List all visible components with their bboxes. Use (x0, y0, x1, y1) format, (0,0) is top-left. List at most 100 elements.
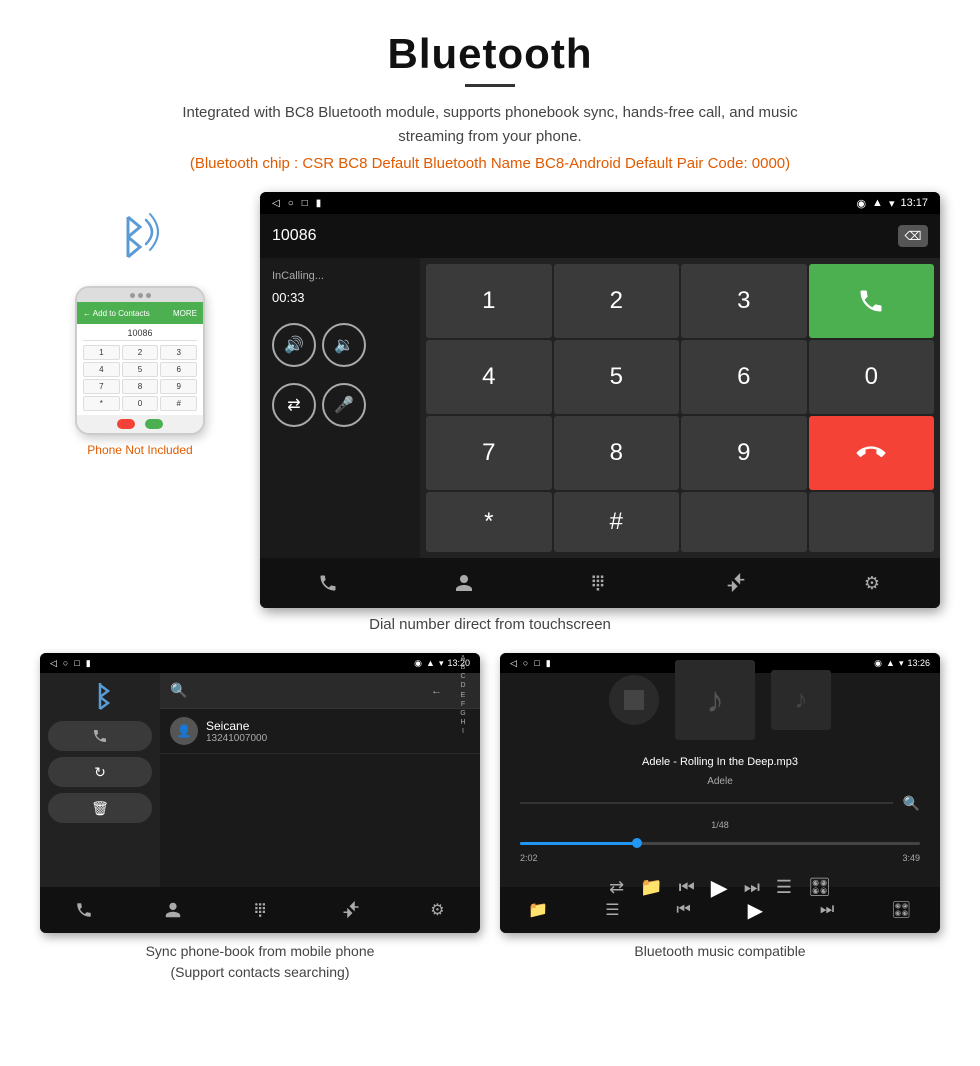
pb-search-icon: 🔍 (170, 682, 187, 699)
music-play-btn[interactable]: ▶ (711, 875, 728, 901)
highlight-text: (Bluetooth chip : CSR BC8 Default Blueto… (40, 155, 940, 172)
pb-contact-number: 13241007000 (206, 733, 470, 744)
nav-keypad-icon[interactable] (580, 563, 620, 603)
pb-signal-icon: ▲ (426, 658, 435, 669)
music-time-current: 2:02 (520, 853, 538, 863)
transfer-button[interactable]: ⇄ (272, 383, 316, 427)
key-9[interactable]: 9 (681, 416, 807, 490)
pb-call-btn[interactable] (48, 721, 152, 751)
signal-icon: ▲ (872, 197, 883, 209)
volume-down-button[interactable]: 🔉 (322, 323, 366, 367)
phone-container: ← Add to Contacts MORE 10086 1 2 3 4 5 6… (40, 192, 240, 457)
pb-content: ↻ 🗑 🔍 ← * A B C (40, 673, 480, 887)
key-call-red[interactable] (809, 416, 935, 490)
pb-status-bar: ◁ ○ □ ▮ ◉ ▲ ▾ 13:20 (40, 653, 480, 673)
key-5[interactable]: 5 (554, 340, 680, 414)
phone-dot-3 (146, 293, 151, 298)
phone-green-label: ← Add to Contacts (83, 309, 150, 318)
music-note-icon: ♪ (706, 679, 724, 721)
pb-bottom-nav: ⚙ (40, 887, 480, 933)
music-folder-btn[interactable]: 📁 (640, 877, 662, 898)
mute-button[interactable]: 🎤 (322, 383, 366, 427)
music-controls: ⇄ 📁 ⏮ ▶ ⏭ ☰ 🎛 (609, 875, 831, 901)
music-nav-list[interactable]: ☰ (605, 900, 619, 920)
phone-key-7: 7 (83, 379, 120, 394)
key-star[interactable]: * (426, 492, 552, 552)
notification-icon: ▮ (316, 198, 322, 209)
nav-transfer-icon[interactable] (716, 563, 756, 603)
music-content: ♪ ♪ Adele - Rolling In the Deep.mp3 Adel… (500, 673, 940, 887)
music-nav-prev[interactable]: ⏮ (676, 901, 690, 919)
location-icon: ◉ (856, 197, 866, 210)
music-prev-btn[interactable]: ⏮ (679, 877, 695, 898)
phone-call-btn (145, 419, 163, 429)
clock: 13:17 (900, 197, 928, 209)
nav-settings-icon[interactable]: ⚙ (852, 563, 892, 603)
volume-up-button[interactable]: 🔊 (272, 323, 316, 367)
phone-mockup: ← Add to Contacts MORE 10086 1 2 3 4 5 6… (75, 286, 205, 435)
key-8[interactable]: 8 (554, 416, 680, 490)
music-shuffle-btn[interactable]: ⇄ (609, 877, 624, 898)
phone-key-0: 0 (122, 396, 159, 411)
music-nav-next[interactable]: ⏭ (820, 901, 834, 919)
pb-nav-settings[interactable]: ⚙ (430, 900, 444, 920)
pb-nav-transfer[interactable] (342, 901, 360, 919)
music-search-row: 🔍 (510, 795, 930, 812)
pb-nav-calls[interactable] (75, 901, 93, 919)
dialer-input-bar: 10086 ⌫ (260, 214, 940, 258)
key-1[interactable]: 1 (426, 264, 552, 338)
pb-wifi-icon: ▾ (439, 658, 444, 669)
phone-key-5: 5 (122, 362, 159, 377)
music-progress-dot (632, 838, 642, 848)
pb-contact-item[interactable]: 👤 Seicane 13241007000 (160, 709, 480, 754)
key-6[interactable]: 6 (681, 340, 807, 414)
music-progress-area (510, 842, 930, 845)
key-7[interactable]: 7 (426, 416, 552, 490)
music-back-icon: ◁ (510, 658, 517, 669)
nav-contacts-icon[interactable] (444, 563, 484, 603)
pb-nav-keypad[interactable] (253, 901, 271, 919)
key-4[interactable]: 4 (426, 340, 552, 414)
dialer-btn-row-2: ⇄ 🎤 (272, 383, 408, 427)
music-search-icon[interactable]: 🔍 (903, 795, 920, 812)
key-empty2 (809, 492, 935, 552)
pb-contact-info: Seicane 13241007000 (206, 719, 470, 744)
music-wifi-icon: ▾ (899, 658, 904, 669)
phone-key-2: 2 (122, 345, 159, 360)
music-eq-btn[interactable]: 🎛 (808, 877, 831, 898)
key-hash[interactable]: # (554, 492, 680, 552)
pb-sidebar: ↻ 🗑 (40, 673, 160, 887)
pb-delete-btn[interactable]: 🗑 (48, 793, 152, 823)
description-text: Integrated with BC8 Bluetooth module, su… (150, 101, 830, 149)
phonebook-caption-line1: Sync phone-book from mobile phone (146, 943, 375, 959)
music-nav-folder[interactable]: 📁 (528, 900, 548, 920)
key-0[interactable]: 0 (809, 340, 935, 414)
music-screen: ◁ ○ □ ▮ ◉ ▲ ▾ 13:26 (500, 653, 940, 933)
key-3[interactable]: 3 (681, 264, 807, 338)
music-progress-bar[interactable] (520, 842, 920, 845)
phone-top-bar (77, 288, 203, 302)
key-2[interactable]: 2 (554, 264, 680, 338)
delete-button[interactable]: ⌫ (898, 225, 928, 247)
music-next-btn[interactable]: ⏭ (744, 877, 760, 898)
pb-back-icon: ◁ (50, 658, 57, 669)
wifi-icon: ▾ (889, 197, 895, 210)
key-empty (681, 492, 807, 552)
pb-nav-contacts[interactable] (164, 901, 182, 919)
phone-keypad: 1 2 3 4 5 6 7 8 9 * 0 # (83, 345, 197, 411)
status-right: ◉ ▲ ▾ 13:17 (856, 197, 928, 210)
dialer-call-status: InCalling... (272, 270, 408, 282)
key-call-green[interactable] (809, 264, 935, 338)
pb-sync-btn[interactable]: ↻ (48, 757, 152, 787)
phone-bottom-bar (77, 415, 203, 433)
pb-home-icon: ○ (63, 658, 68, 669)
page-container: Bluetooth Integrated with BC8 Bluetooth … (0, 0, 980, 1023)
phone-dot-1 (130, 293, 135, 298)
phone-key-hash: # (160, 396, 197, 411)
nav-calls-icon[interactable] (308, 563, 348, 603)
music-location-icon: ◉ (874, 658, 882, 669)
music-nav-eq[interactable]: 🎛 (891, 900, 911, 920)
music-list-btn[interactable]: ☰ (776, 877, 792, 898)
status-left: ◁ ○ □ ▮ (272, 198, 321, 209)
music-nav-play[interactable]: ▶ (748, 898, 763, 923)
